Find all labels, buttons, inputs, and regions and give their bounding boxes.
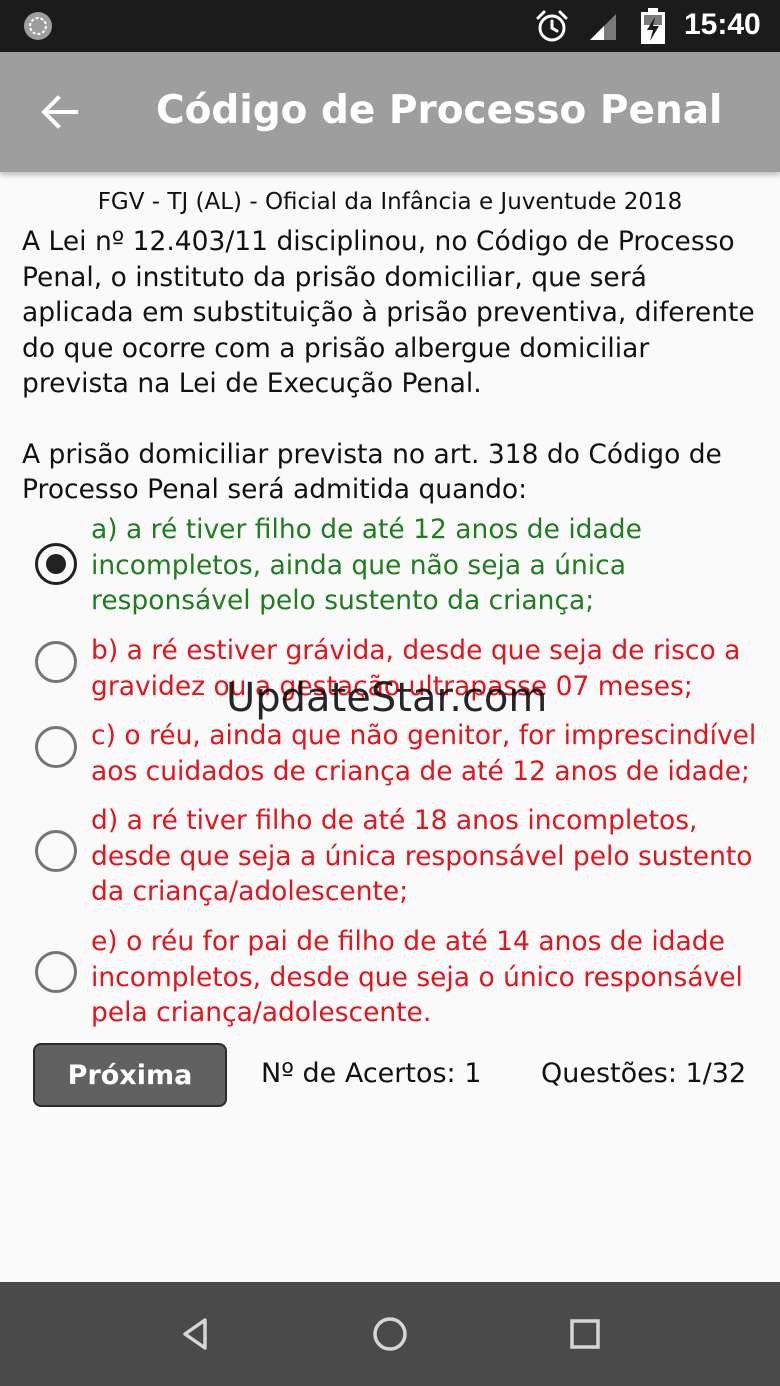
option-label: e) o réu for pai de filho de até 14 anos…: [91, 926, 743, 1028]
option-e[interactable]: e) o réu for pai de filho de até 14 anos…: [0, 924, 780, 1034]
radio-checked-icon[interactable]: [35, 543, 77, 585]
option-label: c) o réu, ainda que não genitor, for imp…: [91, 720, 757, 787]
sync-icon: [22, 10, 54, 42]
nav-back-button[interactable]: [173, 1312, 217, 1356]
option-a[interactable]: a) a ré tiver filho de até 12 anos de id…: [0, 512, 780, 622]
question-paragraph-1: A Lei nº 12.403/11 disciplinou, no Códig…: [22, 226, 755, 399]
question-paragraph-2: A prisão domiciliar prevista no art. 318…: [22, 438, 722, 506]
home-circle-icon: [373, 1317, 407, 1351]
back-button[interactable]: [30, 82, 90, 142]
exam-source: FGV - TJ (AL) - Oficial da Infância e Ju…: [97, 189, 683, 215]
option-b[interactable]: b) a ré estiver grávida, desde que seja …: [0, 633, 780, 708]
nav-home-button[interactable]: [368, 1312, 412, 1356]
option-label: d) a ré tiver filho de até 18 anos incom…: [91, 805, 753, 907]
app-bar: Código de Processo Penal: [0, 52, 780, 172]
clock-time: 15:40: [684, 8, 761, 41]
option-label: b) a ré estiver grávida, desde que seja …: [91, 635, 741, 702]
battery-charging-icon: [641, 8, 665, 44]
option-label: a) a ré tiver filho de até 12 anos de id…: [91, 514, 642, 616]
nav-recents-button[interactable]: [563, 1312, 607, 1356]
radio-unchecked-icon[interactable]: [35, 951, 77, 993]
question-text: A Lei nº 12.403/11 disciplinou, no Códig…: [22, 224, 762, 508]
radio-unchecked-icon[interactable]: [35, 830, 77, 872]
radio-unchecked-icon[interactable]: [35, 726, 77, 768]
arrow-back-icon: [41, 95, 78, 129]
question-counter: Questões: 1/32: [541, 1058, 747, 1089]
score-counter: Nº de Acertos: 1: [261, 1058, 482, 1089]
recents-square-icon: [570, 1319, 600, 1349]
radio-unchecked-icon[interactable]: [35, 641, 77, 683]
option-d[interactable]: d) a ré tiver filho de até 18 anos incom…: [0, 803, 780, 913]
option-c[interactable]: c) o réu, ainda que não genitor, for imp…: [0, 718, 780, 793]
status-bar: 15:40: [0, 0, 780, 52]
alarm-icon: [535, 9, 569, 43]
back-triangle-icon: [183, 1318, 207, 1350]
signal-icon: [588, 12, 618, 42]
navigation-bar: [0, 1282, 780, 1386]
page-title: Código de Processo Penal: [156, 88, 723, 133]
next-button[interactable]: Próxima: [33, 1043, 227, 1107]
